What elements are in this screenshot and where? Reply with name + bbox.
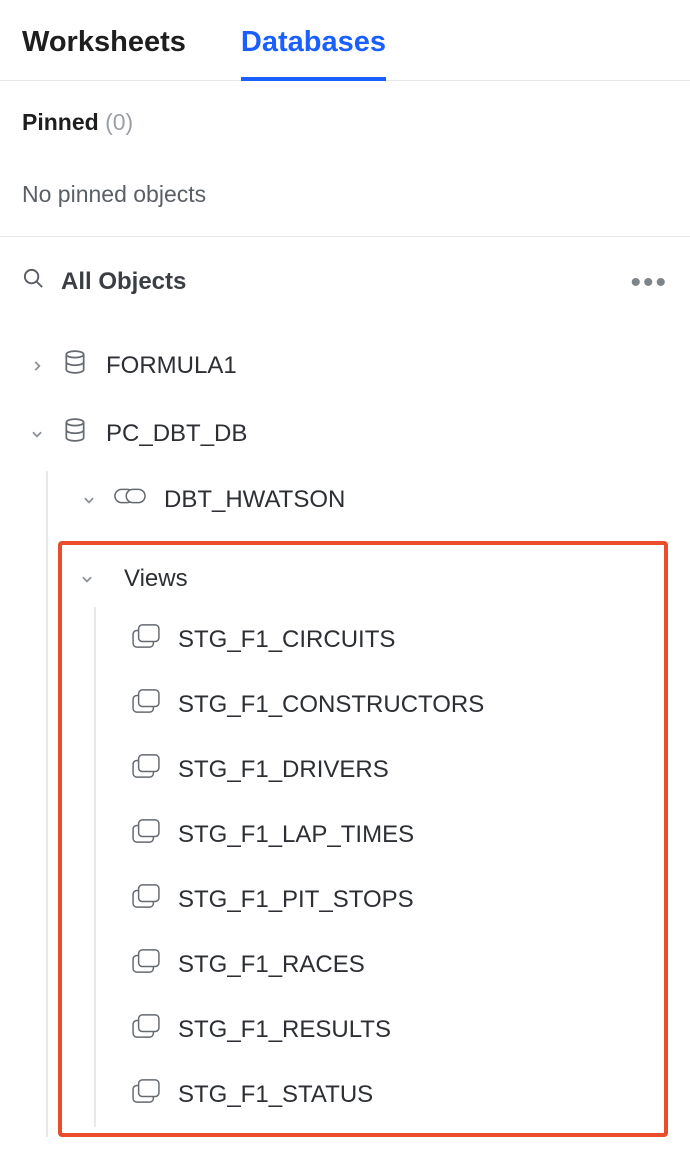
view-item[interactable]: STG_F1_CONSTRUCTORS — [96, 672, 654, 737]
view-name: STG_F1_STATUS — [178, 1081, 373, 1109]
view-item[interactable]: STG_F1_STATUS — [96, 1062, 654, 1127]
view-icon — [132, 884, 160, 915]
db-label: PC_DBT_DB — [106, 420, 247, 448]
view-icon — [132, 819, 160, 850]
tab-bar: Worksheets Databases — [0, 0, 690, 81]
search-icon — [22, 267, 45, 297]
view-icon — [132, 689, 160, 720]
view-name: STG_F1_DRIVERS — [178, 756, 389, 784]
object-tree: FORMULA1 PC_DBT_DB — [22, 317, 668, 1137]
view-icon — [132, 949, 160, 980]
db-node-formula1[interactable]: FORMULA1 — [22, 335, 668, 403]
view-icon — [132, 1079, 160, 1110]
db-node-pc-dbt-db[interactable]: PC_DBT_DB — [22, 403, 668, 471]
view-item[interactable]: STG_F1_PIT_STOPS — [96, 867, 654, 932]
view-name: STG_F1_RESULTS — [178, 1016, 391, 1044]
views-label: Views — [124, 565, 188, 593]
views-list: STG_F1_CIRCUITS STG_F1_CONSTRUCTORS — [94, 607, 654, 1127]
schema-label: DBT_HWATSON — [164, 486, 345, 514]
objects-section: All Objects ••• FORMULA1 — [0, 237, 690, 1147]
db-children: DBT_HWATSON Views — [46, 471, 668, 1137]
tab-databases[interactable]: Databases — [241, 26, 386, 81]
view-item[interactable]: STG_F1_LAP_TIMES — [96, 802, 654, 867]
schema-node-dbt-hwatson[interactable]: DBT_HWATSON — [66, 471, 668, 535]
view-name: STG_F1_PIT_STOPS — [178, 886, 414, 914]
pinned-count: (0) — [105, 109, 133, 135]
chevron-right-icon — [30, 359, 48, 373]
chevron-down-icon — [30, 427, 48, 441]
views-folder[interactable]: Views — [72, 551, 654, 607]
pinned-title: Pinned — [22, 109, 99, 135]
tab-worksheets[interactable]: Worksheets — [22, 26, 186, 80]
view-name: STG_F1_CONSTRUCTORS — [178, 691, 484, 719]
view-name: STG_F1_CIRCUITS — [178, 626, 395, 654]
pinned-empty-text: No pinned objects — [22, 181, 668, 208]
database-icon — [62, 417, 88, 450]
pinned-header: Pinned (0) — [22, 109, 668, 136]
schema-icon — [114, 485, 146, 514]
view-item[interactable]: STG_F1_DRIVERS — [96, 737, 654, 802]
objects-search[interactable]: All Objects — [22, 267, 186, 297]
database-icon — [62, 349, 88, 382]
pinned-section: Pinned (0) No pinned objects — [0, 81, 690, 237]
view-name: STG_F1_RACES — [178, 951, 365, 979]
view-name: STG_F1_LAP_TIMES — [178, 821, 414, 849]
db-label: FORMULA1 — [106, 352, 237, 380]
view-item[interactable]: STG_F1_CIRCUITS — [96, 607, 654, 672]
view-item[interactable]: STG_F1_RACES — [96, 932, 654, 997]
more-options-button[interactable]: ••• — [630, 278, 668, 287]
view-item[interactable]: STG_F1_RESULTS — [96, 997, 654, 1062]
objects-header: All Objects ••• — [22, 267, 668, 317]
chevron-down-icon — [80, 572, 98, 586]
schema-children: Views STG_F1_CIRCUITS — [66, 541, 668, 1137]
chevron-down-icon — [82, 493, 100, 507]
view-icon — [132, 1014, 160, 1045]
view-icon — [132, 754, 160, 785]
objects-header-text: All Objects — [61, 268, 186, 296]
view-icon — [132, 624, 160, 655]
views-highlight-box: Views STG_F1_CIRCUITS — [58, 541, 668, 1137]
